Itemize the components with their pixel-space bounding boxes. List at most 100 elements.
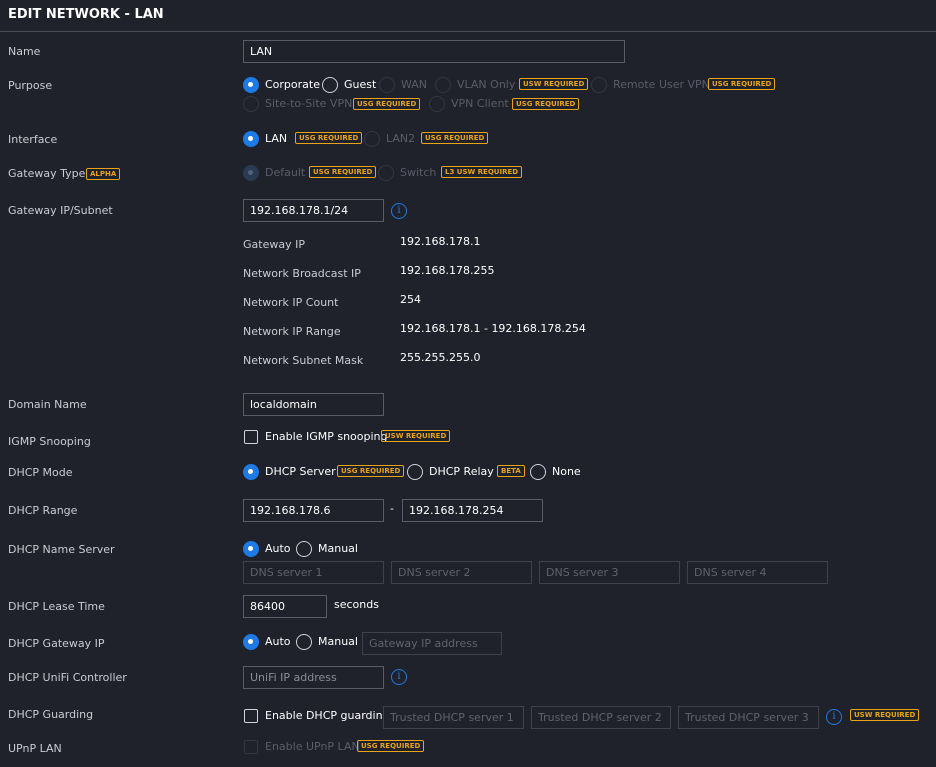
gateway-type-label: Gateway Type [8, 167, 86, 180]
purpose-wan-label: WAN [401, 78, 428, 91]
info-icon[interactable]: i [391, 669, 407, 685]
info-icon[interactable]: i [826, 709, 842, 725]
remote-vpn-usg-required-badge: USG REQUIRED [708, 78, 776, 90]
trusted-dhcp-server-2-input[interactable]: Trusted DHCP server 2 [531, 706, 671, 729]
guarding-usw-required-badge: USW REQUIRED [850, 709, 920, 721]
trusted-dhcp-server-3-input[interactable]: Trusted DHCP server 3 [678, 706, 819, 729]
header-divider [0, 31, 936, 32]
switch-l3-usw-required-badge: L3 USW REQUIRED [441, 166, 523, 178]
site-vpn-usg-required-badge: USG REQUIRED [353, 98, 421, 110]
gateway-type-default-label: Default [265, 166, 306, 179]
purpose-guest-radio[interactable] [322, 77, 338, 93]
purpose-remote-vpn-label: Remote User VPN [613, 78, 710, 91]
purpose-remote-vpn-radio [591, 77, 607, 93]
gateway-auto-label: Auto [265, 635, 291, 648]
igmp-snooping-label: IGMP Snooping [8, 435, 91, 448]
dhcp-lease-time-input[interactable]: 86400 [243, 595, 327, 618]
purpose-corporate-radio[interactable] [243, 77, 259, 93]
purpose-label: Purpose [8, 79, 53, 92]
upnp-usg-required-badge: USG REQUIRED [357, 740, 425, 752]
subnet-info-value: 254 [400, 293, 421, 306]
dhcp-mode-label: DHCP Mode [8, 466, 73, 479]
name-input[interactable]: LAN [243, 40, 625, 63]
dhcp-guarding-check-label: Enable DHCP guarding [265, 709, 390, 722]
igmp-usw-required-badge: USW REQUIRED [381, 430, 451, 442]
dhcp-guarding-label: DHCP Guarding [8, 708, 94, 721]
dns-manual-radio[interactable] [296, 541, 312, 557]
dns-auto-radio[interactable] [243, 541, 259, 557]
gateway-manual-radio[interactable] [296, 634, 312, 650]
gateway-type-switch-label: Switch [400, 166, 437, 179]
unifi-ip-address-input[interactable]: UniFi IP address [243, 666, 384, 689]
interface-label: Interface [8, 133, 58, 146]
lease-seconds-unit: seconds [334, 598, 379, 611]
dhcp-server-label: DHCP Server [265, 465, 336, 478]
dns-manual-label: Manual [318, 542, 358, 555]
gateway-type-switch-radio [378, 165, 394, 181]
dhcp-name-server-label: DHCP Name Server [8, 543, 115, 556]
subnet-info-value: 192.168.178.255 [400, 264, 495, 277]
dns-auto-label: Auto [265, 542, 291, 555]
upnp-lan-checkbox [244, 740, 258, 754]
subnet-info-value: 192.168.178.1 [400, 235, 481, 248]
dhcp-relay-radio[interactable] [407, 464, 423, 480]
dhcp-server-radio[interactable] [243, 464, 259, 480]
vpn-client-usg-required-badge: USG REQUIRED [512, 98, 580, 110]
upnp-lan-check-label: Enable UPnP LAN [265, 740, 360, 753]
dns-server-2-input[interactable]: DNS server 2 [391, 561, 532, 584]
interface-lan-radio[interactable] [243, 131, 259, 147]
dhcp-guarding-checkbox[interactable] [244, 709, 258, 723]
vlan-usw-required-badge: USW REQUIRED [519, 78, 589, 90]
lan-usg-required-badge: USG REQUIRED [295, 132, 363, 144]
subnet-info-label: Network Broadcast IP [243, 267, 361, 280]
alpha-badge: ALPHA [86, 168, 121, 180]
dhcp-none-radio[interactable] [530, 464, 546, 480]
purpose-site-vpn-radio [243, 96, 259, 112]
gateway-ip-address-input[interactable]: Gateway IP address [362, 632, 502, 655]
dns-server-1-input[interactable]: DNS server 1 [243, 561, 384, 584]
gateway-manual-label: Manual [318, 635, 358, 648]
interface-lan-label: LAN [265, 132, 288, 145]
purpose-vlan-label: VLAN Only [457, 78, 516, 91]
info-icon[interactable]: i [391, 203, 407, 219]
gateway-auto-radio[interactable] [243, 634, 259, 650]
domain-name-label: Domain Name [8, 398, 87, 411]
subnet-info-label: Network IP Range [243, 325, 341, 338]
subnet-info-value: 255.255.255.0 [400, 351, 481, 364]
default-usg-required-badge: USG REQUIRED [309, 166, 377, 178]
dhcp-none-label: None [552, 465, 581, 478]
igmp-snooping-check-label: Enable IGMP snooping [265, 430, 388, 443]
subnet-info-label: Network Subnet Mask [243, 354, 364, 367]
dhcp-server-usg-required-badge: USG REQUIRED [337, 465, 405, 477]
dhcp-range-end-input[interactable]: 192.168.178.254 [402, 499, 543, 522]
dhcp-unifi-controller-label: DHCP UniFi Controller [8, 671, 127, 684]
purpose-site-vpn-label: Site-to-Site VPN [265, 97, 353, 110]
dhcp-gateway-ip-label: DHCP Gateway IP [8, 637, 105, 650]
upnp-lan-label: UPnP LAN [8, 742, 62, 755]
beta-badge: BETA [497, 465, 525, 477]
domain-name-input[interactable]: localdomain [243, 393, 384, 416]
name-label: Name [8, 45, 41, 58]
interface-lan2-radio [364, 131, 380, 147]
dns-server-4-input[interactable]: DNS server 4 [687, 561, 828, 584]
dhcp-range-separator: - [390, 502, 394, 515]
lan2-usg-required-badge: USG REQUIRED [421, 132, 489, 144]
igmp-snooping-checkbox[interactable] [244, 430, 258, 444]
gateway-ip-subnet-label: Gateway IP/Subnet [8, 204, 113, 217]
subnet-info-label: Network IP Count [243, 296, 339, 309]
dhcp-range-label: DHCP Range [8, 504, 78, 517]
purpose-corporate-label: Corporate [265, 78, 320, 91]
interface-lan2-label: LAN2 [386, 132, 416, 145]
gateway-ip-subnet-input[interactable]: 192.168.178.1/24 [243, 199, 384, 222]
dhcp-lease-time-label: DHCP Lease Time [8, 600, 105, 613]
dns-server-3-input[interactable]: DNS server 3 [539, 561, 680, 584]
purpose-guest-label: Guest [344, 78, 377, 91]
trusted-dhcp-server-1-input[interactable]: Trusted DHCP server 1 [383, 706, 524, 729]
gateway-type-default-radio [243, 165, 259, 181]
dhcp-relay-label: DHCP Relay [429, 465, 494, 478]
page-title: EDIT NETWORK - LAN [8, 7, 164, 22]
subnet-info-label: Gateway IP [243, 238, 305, 251]
purpose-wan-radio [379, 77, 395, 93]
dhcp-range-start-input[interactable]: 192.168.178.6 [243, 499, 384, 522]
purpose-vlan-radio [435, 77, 451, 93]
